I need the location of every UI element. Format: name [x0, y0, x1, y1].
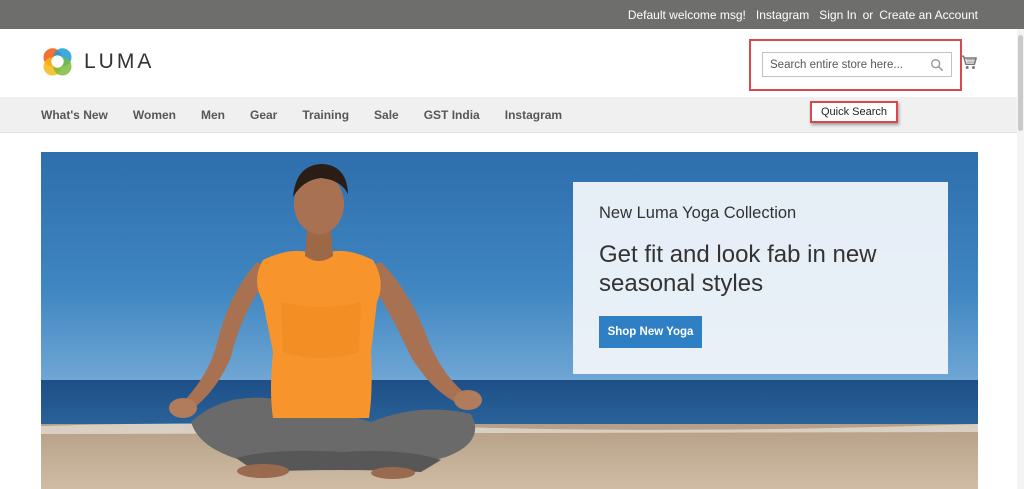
promo-panel: New Luma Yoga Collection Get fit and loo… [573, 182, 948, 374]
create-account-link[interactable]: Create an Account [879, 8, 978, 22]
search-input[interactable] [763, 53, 923, 76]
search-icon[interactable] [930, 58, 944, 72]
header: LUMA [0, 29, 1024, 97]
quick-search-annotation: Quick Search [810, 101, 898, 123]
or-separator: or [862, 7, 874, 22]
welcome-message: Default welcome msg! [627, 7, 746, 22]
logo[interactable]: LUMA [41, 45, 154, 78]
nav-item-women[interactable]: Women [133, 108, 176, 122]
search-box[interactable] [762, 52, 952, 77]
shop-new-yoga-button[interactable]: Shop New Yoga [599, 316, 702, 348]
luma-logo-icon [43, 48, 72, 76]
cart-icon[interactable] [960, 54, 978, 71]
page-scrollbar[interactable] [1017, 29, 1024, 489]
nav-item-whats-new[interactable]: What's New [41, 108, 108, 122]
logo-text: LUMA [84, 49, 155, 73]
promo-subtitle: New Luma Yoga Collection [599, 204, 797, 222]
sign-in-link[interactable]: Sign In [819, 8, 856, 22]
top-links: Default welcome msg! Instagram Sign In o… [618, 0, 978, 29]
nav-item-gear[interactable]: Gear [250, 108, 277, 122]
nav-item-men[interactable]: Men [201, 108, 225, 122]
nav-item-sale[interactable]: Sale [374, 108, 399, 122]
top-link-instagram[interactable]: Instagram [756, 8, 809, 22]
nav-item-training[interactable]: Training [302, 108, 349, 122]
promo-headline: Get fit and look fab in new seasonal sty… [599, 241, 877, 297]
scrollbar-thumb[interactable] [1018, 35, 1023, 131]
nav-item-gst-india[interactable]: GST India [424, 108, 480, 122]
top-bar: Default welcome msg! Instagram Sign In o… [0, 0, 1024, 29]
nav-item-instagram[interactable]: Instagram [505, 108, 562, 122]
